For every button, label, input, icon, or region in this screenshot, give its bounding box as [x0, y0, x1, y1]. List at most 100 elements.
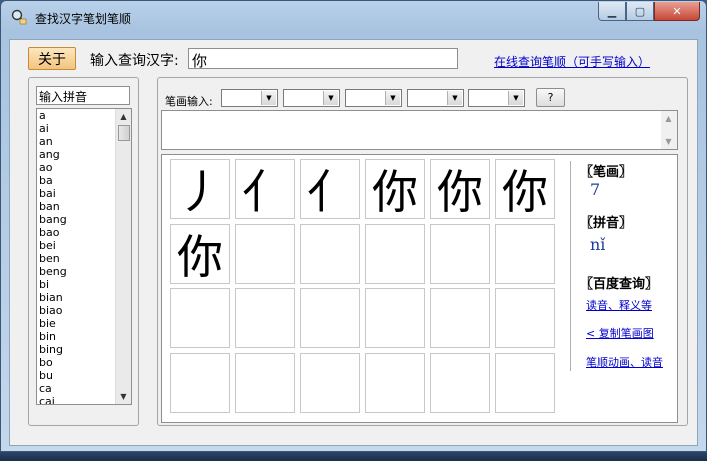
stroke-input-area[interactable]: ▲ ▼ — [161, 110, 678, 150]
stroke-step-glyph: 亻 — [307, 165, 353, 219]
pinyin-list-item[interactable]: cai — [39, 395, 115, 404]
stroke-combo-4[interactable]: ▼ — [407, 89, 464, 107]
chevron-down-icon: ▼ — [385, 91, 400, 105]
stroke-combo-2[interactable]: ▼ — [283, 89, 340, 107]
scroll-up-icon[interactable]: ▲ — [661, 111, 676, 126]
stroke-cell — [495, 224, 555, 284]
maximize-icon: ▢ — [634, 4, 646, 18]
stroke-cell — [430, 224, 490, 284]
stroke-cell — [300, 224, 360, 284]
stroke-cell: 你 — [365, 159, 425, 219]
maximize-button[interactable]: ▢ — [626, 2, 654, 21]
baidu-query-title: 〖百度查询〗 — [580, 277, 659, 292]
stroke-combo-1[interactable]: ▼ — [221, 89, 278, 107]
stroke-step-glyph: 丿 — [177, 165, 223, 219]
pinyin-list-item[interactable]: biao — [39, 304, 115, 317]
stroke-cell: 丿 — [170, 159, 230, 219]
pinyin-list-item[interactable]: ao — [39, 161, 115, 174]
stroke-cell — [235, 353, 295, 413]
reading-meaning-link[interactable]: 读音、释义等 — [586, 297, 652, 313]
title-bar[interactable]: 查找汉字笔划笔顺 ▁ ▢ ✕ — [1, 1, 706, 31]
about-button[interactable]: 关于 — [28, 47, 76, 70]
stroke-combo-3[interactable]: ▼ — [345, 89, 402, 107]
stroke-cell — [430, 288, 490, 348]
scroll-thumb[interactable] — [118, 125, 130, 141]
stroke-step-glyph: 你 — [502, 165, 548, 219]
pinyin-title: 〖拼音〗 — [580, 216, 633, 231]
scroll-up-icon[interactable]: ▲ — [116, 109, 131, 124]
pinyin-list-item[interactable]: ban — [39, 200, 115, 213]
pinyin-list-item[interactable]: bei — [39, 239, 115, 252]
pinyin-scrollbar[interactable]: ▲ ▼ — [115, 109, 131, 404]
scroll-down-icon[interactable]: ▼ — [661, 134, 676, 149]
pinyin-search-input[interactable]: 输入拼音 — [36, 86, 130, 105]
divider — [570, 161, 571, 371]
stroke-cell — [170, 288, 230, 348]
stroke-cell: 你 — [170, 224, 230, 284]
hanzi-input-label: 输入查询汉字: — [90, 53, 179, 69]
app-icon — [11, 9, 27, 25]
pinyin-list-item[interactable]: bai — [39, 187, 115, 200]
pinyin-list[interactable]: a ai an ang ao ba bai ban bang bao bei ben beng bi bia… — [36, 108, 132, 405]
pinyin-list-item[interactable]: bie — [39, 317, 115, 330]
chevron-down-icon: ▼ — [447, 91, 462, 105]
pinyin-list-item[interactable]: an — [39, 135, 115, 148]
pinyin-items: a ai an ang ao ba bai ban bang bao bei ben beng bi bia… — [39, 109, 115, 404]
stroke-cell — [495, 288, 555, 348]
stroke-cell: 亻 — [235, 159, 295, 219]
stroke-cell: 你 — [430, 159, 490, 219]
stroke-cell — [365, 224, 425, 284]
close-icon: ✕ — [672, 4, 682, 18]
pinyin-list-item[interactable]: bang — [39, 213, 115, 226]
stroke-cell — [235, 224, 295, 284]
close-button[interactable]: ✕ — [654, 2, 700, 21]
stroke-count-value: 7 — [590, 180, 601, 199]
pinyin-list-item[interactable]: bian — [39, 291, 115, 304]
pinyin-list-item[interactable]: bi — [39, 278, 115, 291]
stroke-panel: 笔画输入: ▼ ▼ ▼ ▼ ▼ ? ▲ ▼ 丿亻亻你你你你 〖笔画〗 7 〖拼音… — [157, 77, 688, 426]
pinyin-value: nǐ — [590, 235, 606, 254]
stroke-combo-5[interactable]: ▼ — [468, 89, 525, 107]
minimize-button[interactable]: ▁ — [598, 2, 626, 21]
online-query-link[interactable]: 在线查询笔顺（可手写输入） — [494, 53, 650, 70]
stroke-animation-link[interactable]: 笔顺动画、读音 — [586, 354, 663, 370]
pinyin-list-item[interactable]: a — [39, 109, 115, 122]
main-window: 查找汉字笔划笔顺 ▁ ▢ ✕ 关于 输入查询汉字: 你 在线查询笔顺（可手写输入… — [0, 0, 707, 452]
pinyin-list-item[interactable]: bing — [39, 343, 115, 356]
stroke-cell: 你 — [495, 159, 555, 219]
pinyin-panel: 输入拼音 a ai an ang ao ba bai ban bang bao bei ben beng… — [28, 77, 139, 426]
stroke-order-grid: 丿亻亻你你你你 〖笔画〗 7 〖拼音〗 nǐ 〖百度查询〗 读音、释义等 < 复… — [161, 154, 678, 423]
pinyin-list-item[interactable]: bo — [39, 356, 115, 369]
help-button[interactable]: ? — [536, 88, 565, 107]
stroke-cell — [430, 353, 490, 413]
stroke-cell — [365, 288, 425, 348]
stroke-step-glyph: 你 — [437, 165, 483, 219]
scroll-down-icon[interactable]: ▼ — [116, 389, 131, 404]
pinyin-list-item[interactable]: ai — [39, 122, 115, 135]
window-title: 查找汉字笔划笔顺 — [35, 12, 132, 26]
stroke-input-label: 笔画输入: — [165, 95, 213, 108]
stroke-cell — [300, 288, 360, 348]
taskbar — [0, 452, 707, 461]
hanzi-input[interactable]: 你 — [188, 48, 458, 70]
pinyin-list-item[interactable]: beng — [39, 265, 115, 278]
copy-stroke-image-link[interactable]: < 复制笔画图 — [586, 325, 654, 341]
stroke-step-glyph: 亻 — [242, 165, 288, 219]
chevron-down-icon: ▼ — [508, 91, 523, 105]
stroke-cell — [300, 353, 360, 413]
pinyin-list-item[interactable]: bu — [39, 369, 115, 382]
stroke-step-glyph: 你 — [177, 230, 223, 284]
pinyin-list-item[interactable]: bao — [39, 226, 115, 239]
stroke-cell — [170, 353, 230, 413]
stroke-cell: 亻 — [300, 159, 360, 219]
stroke-area-scrollbar[interactable]: ▲ ▼ — [661, 111, 677, 149]
pinyin-list-item[interactable]: bin — [39, 330, 115, 343]
stroke-step-glyph: 你 — [372, 165, 418, 219]
pinyin-list-item[interactable]: ang — [39, 148, 115, 161]
chevron-down-icon: ▼ — [261, 91, 276, 105]
pinyin-list-item[interactable]: ba — [39, 174, 115, 187]
stroke-cell — [235, 288, 295, 348]
pinyin-list-item[interactable]: ben — [39, 252, 115, 265]
stroke-cell — [495, 353, 555, 413]
pinyin-list-item[interactable]: ca — [39, 382, 115, 395]
